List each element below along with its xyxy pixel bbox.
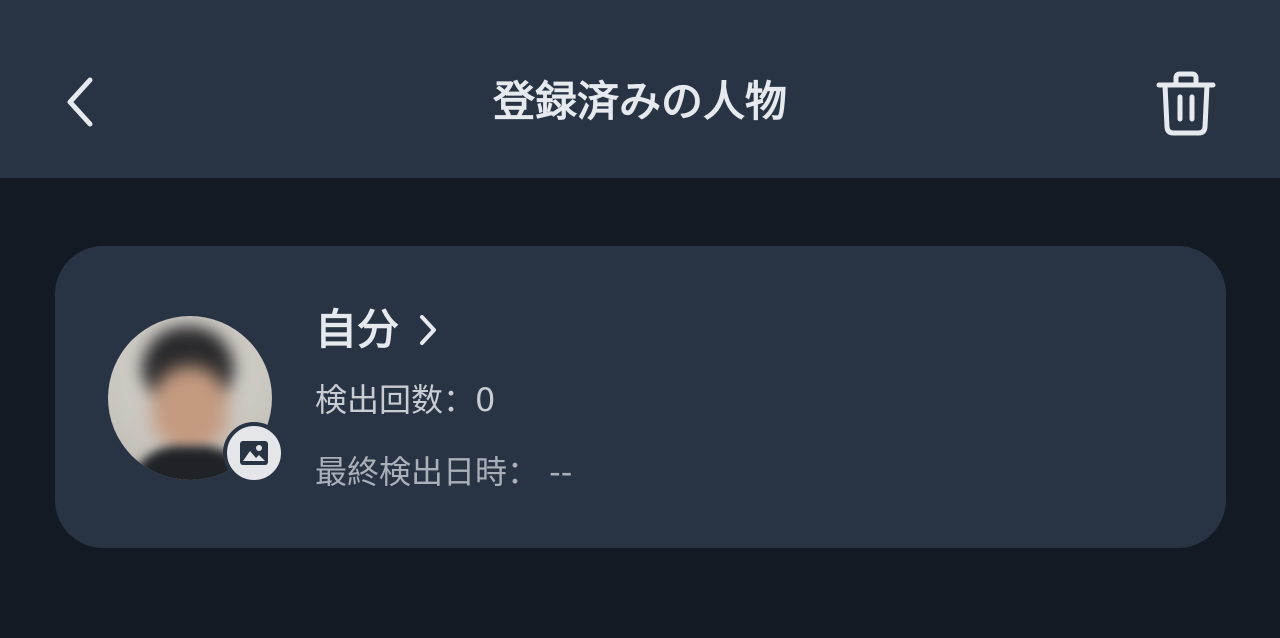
avatar-face (152, 366, 228, 452)
page-title: 登録済みの人物 (492, 77, 787, 126)
person-card[interactable]: 自分 検出回数：0 最終検出日時： -- (55, 246, 1226, 548)
change-photo-button[interactable] (223, 422, 285, 484)
last-detection-time: 最終検出日時： -- (315, 453, 573, 491)
chevron-right-icon (417, 313, 439, 347)
app-screen: 登録済みの人物 自分 検出回数：0 最終検出日時： -- (0, 0, 1280, 638)
delete-button[interactable] (1148, 66, 1224, 142)
header-bar: 登録済みの人物 (0, 0, 1280, 178)
detection-count: 検出回数：0 (315, 381, 496, 419)
person-name-link[interactable]: 自分 (315, 304, 439, 356)
image-icon (240, 441, 268, 465)
person-name: 自分 (315, 305, 400, 354)
trash-icon (1156, 71, 1216, 136)
